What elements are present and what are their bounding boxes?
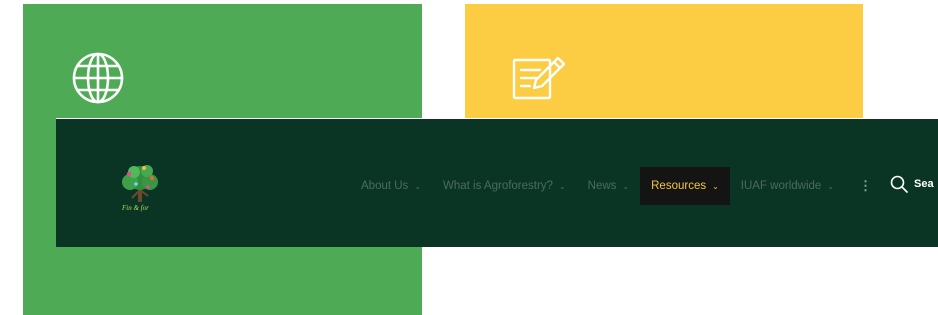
- chevron-down-icon: ⌄: [414, 181, 422, 191]
- nav-label: News: [587, 180, 617, 192]
- nav-item-resources[interactable]: Resources ⌄: [640, 167, 730, 205]
- nav-item-what-is-agroforestry[interactable]: What is Agroforestry? ⌄: [432, 167, 577, 205]
- edit-document-icon: [512, 56, 566, 100]
- nav-item-news[interactable]: News ⌄: [577, 167, 640, 205]
- chevron-down-icon: ⌄: [622, 181, 630, 191]
- search-button[interactable]: Sea: [890, 175, 934, 193]
- page: Fin & for About Us ⌄ What is Agroforestr…: [0, 0, 938, 315]
- nav-label: What is Agroforestry?: [443, 180, 553, 192]
- chevron-down-icon: ⌄: [712, 181, 719, 191]
- chevron-down-icon: ⌄: [558, 181, 566, 191]
- main-nav: About Us ⌄ What is Agroforestry? ⌄ News …: [350, 167, 880, 205]
- nav-label: Resources: [651, 180, 707, 192]
- globe-icon: [72, 52, 124, 104]
- chevron-down-icon: ⌄: [827, 181, 835, 191]
- nav-item-about-us[interactable]: About Us ⌄: [350, 167, 432, 205]
- logo-text: Fin & for: [121, 204, 149, 212]
- tree-logo[interactable]: Fin & for: [114, 160, 166, 212]
- search-icon: [890, 175, 908, 193]
- site-header: Fin & for About Us ⌄ What is Agroforestr…: [56, 118, 938, 247]
- nav-item-iuaf-worldwide[interactable]: IUAF worldwide ⌄: [730, 167, 845, 205]
- nav-label: IUAF worldwide: [740, 180, 822, 192]
- more-menu-button[interactable]: ⋮: [851, 167, 880, 205]
- search-label: Sea: [914, 178, 934, 190]
- nav-label: About Us: [361, 180, 409, 192]
